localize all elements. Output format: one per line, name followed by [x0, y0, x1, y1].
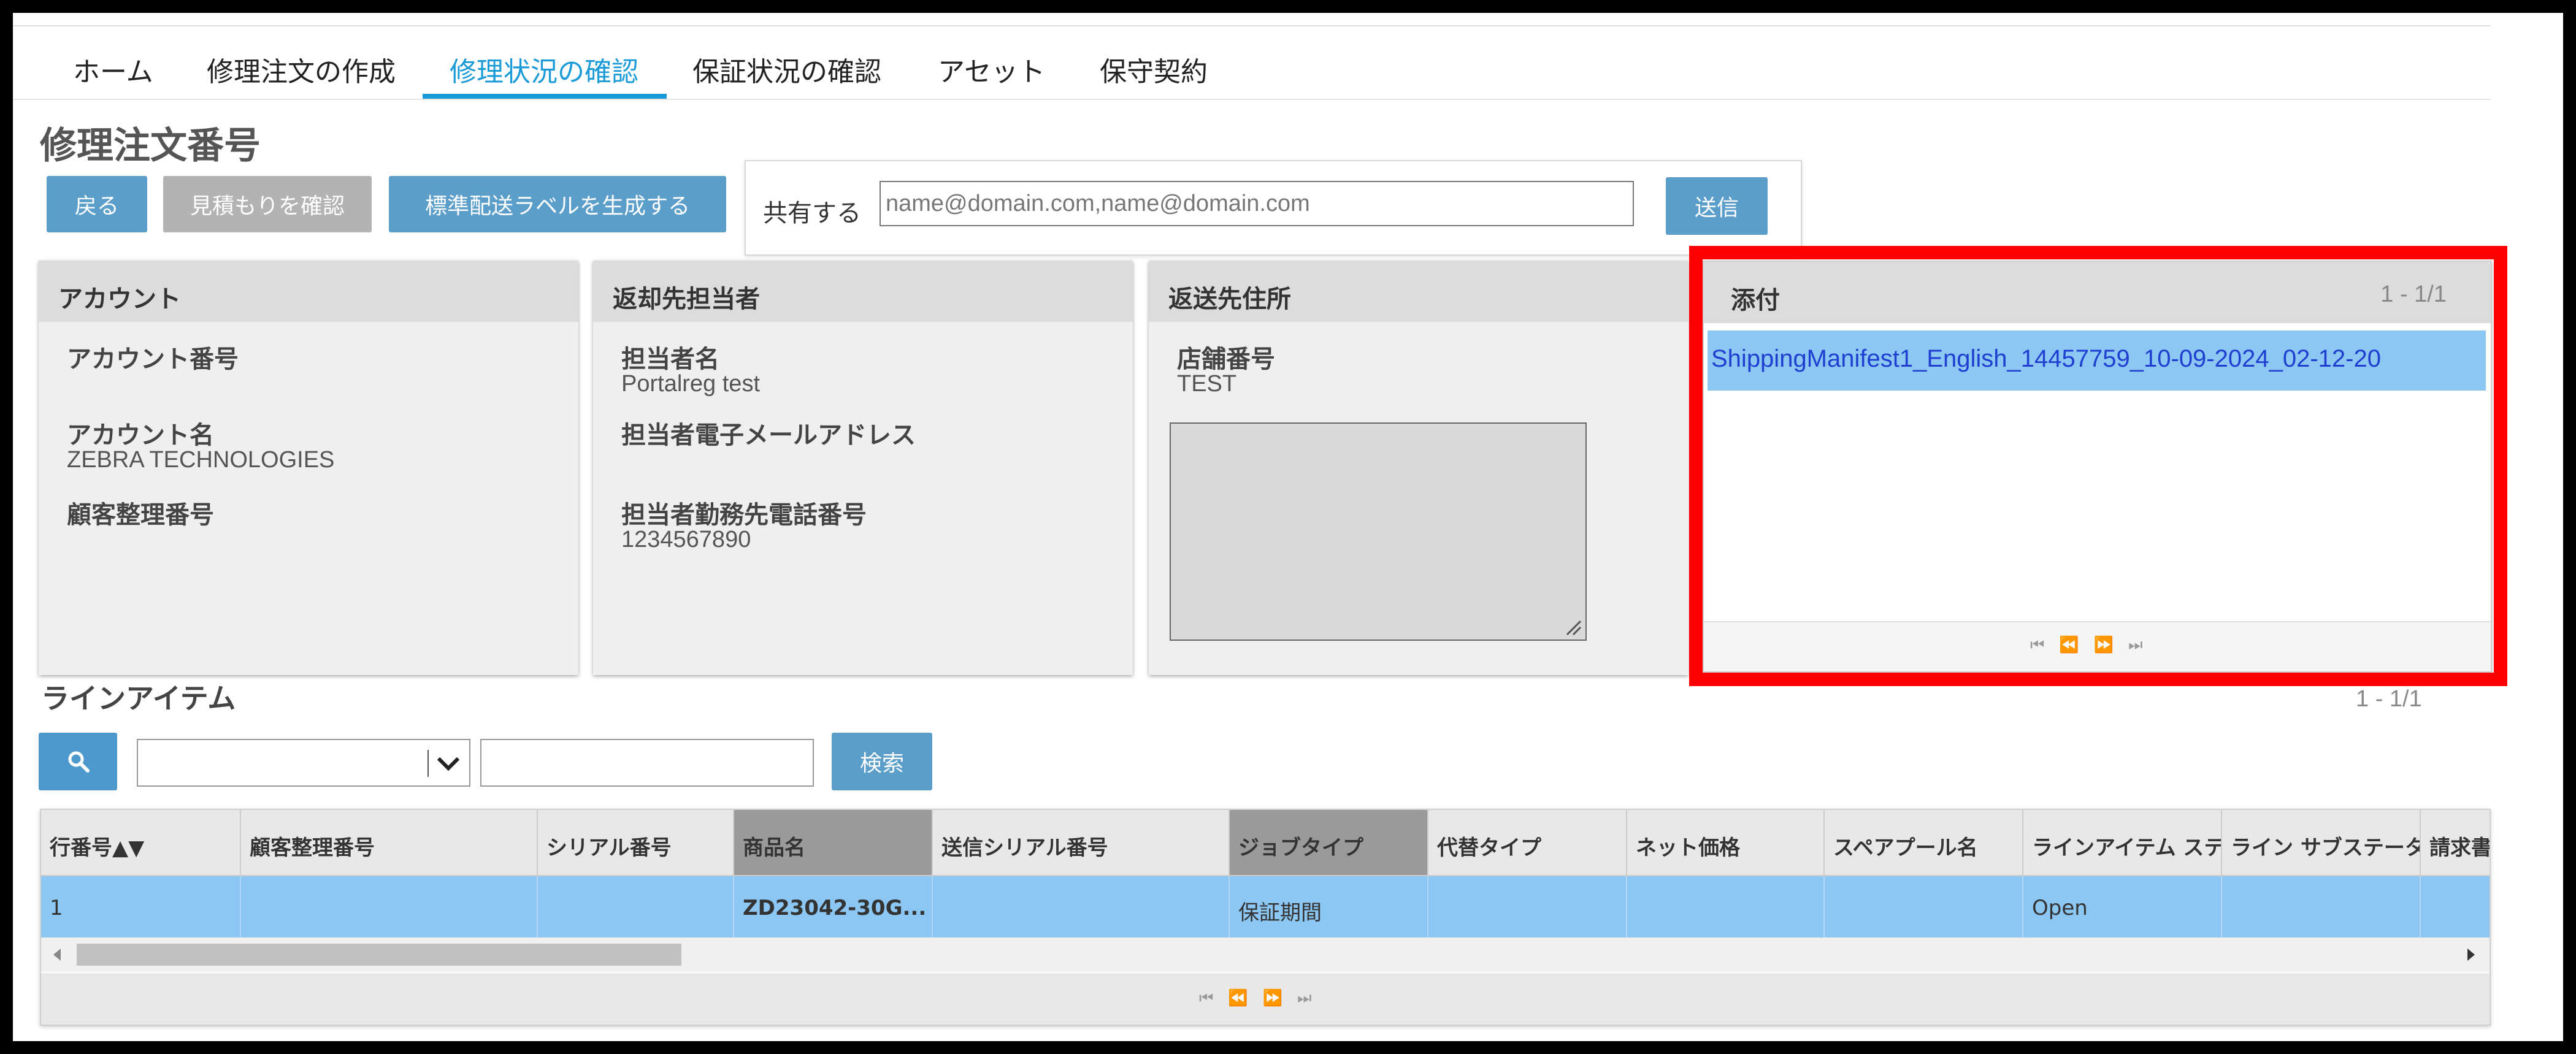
- return-contact-card-title: 返却先担当者: [613, 285, 760, 313]
- line-items-title: ラインアイテム: [41, 682, 236, 715]
- line-items-count: 1 - 1/1: [2356, 686, 2422, 712]
- tab-repair-status[interactable]: 修理状況の確認: [450, 50, 638, 89]
- customer-reference-label: 顧客整理番号: [67, 501, 214, 529]
- column-header-sent-serial-number[interactable]: 送信シリアル番号: [933, 810, 1230, 876]
- table-cell[interactable]: 保証期間: [1230, 876, 1428, 938]
- column-header-job-type[interactable]: ジョブタイプ: [1230, 810, 1428, 876]
- view-quote-button[interactable]: 見積もりを確認: [163, 176, 372, 232]
- account-number-label: アカウント番号: [67, 345, 239, 373]
- prev-page-icon[interactable]: ⏪: [1228, 989, 1262, 1007]
- line-items-pager: ⏮⏪⏩⏭: [41, 973, 2490, 1025]
- filter-field-select[interactable]: [137, 739, 470, 787]
- active-tab-indicator: [423, 94, 667, 99]
- share-panel: 共有する name@domain.com,name@domain.com 送信: [745, 160, 1802, 256]
- table-cell[interactable]: [1825, 876, 2023, 938]
- column-header-replacement-type[interactable]: 代替タイプ: [1428, 810, 1627, 876]
- return-contact-card-header: 返却先担当者: [593, 261, 1133, 322]
- account-card: アカウント アカウント番号 アカウント名 ZEBRA TECHNOLOGIES …: [39, 261, 578, 675]
- account-name-value: ZEBRA TECHNOLOGIES: [67, 447, 335, 473]
- scrollbar-thumb[interactable]: [77, 944, 681, 966]
- line-items-grid: 行番号▲▼ 顧客整理番号 シリアル番号 商品名 送信シリアル番号 ジョブタイプ …: [40, 809, 2491, 1026]
- column-header-line-substatus[interactable]: ライン サブステータ: [2222, 810, 2421, 876]
- horizontal-scrollbar[interactable]: [41, 938, 2490, 972]
- last-page-icon[interactable]: ⏭: [1297, 989, 1326, 1007]
- column-header-product-name[interactable]: 商品名: [734, 810, 933, 876]
- back-button[interactable]: 戻る: [47, 176, 147, 232]
- column-header-line-number[interactable]: 行番号▲▼: [41, 810, 241, 876]
- table-cell[interactable]: [2222, 876, 2421, 938]
- return-address-card-title: 返送先住所: [1168, 285, 1291, 313]
- tab-maintenance-contract[interactable]: 保守契約: [1100, 50, 1208, 89]
- search-button[interactable]: 検索: [832, 733, 932, 790]
- filter-text-input[interactable]: [480, 739, 814, 787]
- column-header-spare-pool-name[interactable]: スペアプール名: [1825, 810, 2023, 876]
- contact-name-value: Portalreg test: [621, 371, 760, 397]
- search-icon-button[interactable]: [39, 733, 117, 790]
- table-cell[interactable]: Open: [2023, 876, 2222, 938]
- table-cell[interactable]: 1: [41, 876, 241, 938]
- column-header-invoice[interactable]: 請求書: [2421, 810, 2490, 876]
- table-cell[interactable]: [538, 876, 734, 938]
- return-address-card: 返送先住所 店舗番号 TEST: [1149, 261, 1689, 675]
- share-email-input[interactable]: name@domain.com,name@domain.com: [880, 181, 1634, 226]
- contact-name-label: 担当者名: [621, 345, 719, 373]
- main-nav-tabs: ホーム 修理注文の作成 修理状況の確認 保証状況の確認 アセット 保守契約: [13, 28, 2491, 100]
- contact-email-label: 担当者電子メールアドレス: [621, 421, 916, 449]
- select-separator: [427, 750, 429, 777]
- share-label: 共有する: [763, 199, 861, 227]
- resize-handle-icon[interactable]: [1565, 619, 1582, 636]
- contact-phone-label: 担当者勤務先電話番号: [621, 501, 867, 529]
- table-cell[interactable]: [1627, 876, 1825, 938]
- table-cell[interactable]: ZD23042-30G...: [734, 876, 933, 938]
- grid-pager-controls: ⏮⏪⏩⏭: [1199, 989, 1327, 1008]
- chevron-down-icon: [437, 757, 460, 771]
- search-icon: [68, 751, 90, 773]
- page-title: 修理注文番号: [40, 124, 261, 167]
- table-cell[interactable]: [2421, 876, 2490, 938]
- account-name-label: アカウント名: [67, 421, 214, 449]
- next-page-icon[interactable]: ⏩: [1263, 989, 1297, 1007]
- share-send-button[interactable]: 送信: [1666, 177, 1768, 235]
- table-cell[interactable]: [1428, 876, 1627, 938]
- address-textarea[interactable]: [1170, 422, 1587, 641]
- column-header-line-item-status[interactable]: ラインアイテム ステ: [2023, 810, 2222, 876]
- store-number-label: 店舗番号: [1177, 345, 1275, 373]
- tab-assets[interactable]: アセット: [938, 50, 1045, 89]
- contact-phone-value: 1234567890: [621, 527, 751, 552]
- table-cell[interactable]: [241, 876, 538, 938]
- table-cell[interactable]: [933, 876, 1230, 938]
- account-card-title: アカウント: [58, 285, 181, 313]
- app-frame: ホーム 修理注文の作成 修理状況の確認 保証状況の確認 アセット 保守契約 修理…: [13, 13, 2563, 1041]
- scroll-left-icon[interactable]: [52, 947, 62, 962]
- tab-home[interactable]: ホーム: [73, 50, 153, 89]
- account-card-header: アカウント: [39, 261, 578, 322]
- highlight-box: [1689, 246, 2507, 686]
- generate-shipping-label-button[interactable]: 標準配送ラベルを生成する: [389, 176, 726, 232]
- column-header-serial-number[interactable]: シリアル番号: [538, 810, 734, 876]
- share-email-placeholder: name@domain.com,name@domain.com: [886, 190, 1310, 216]
- return-contact-card: 返却先担当者 担当者名 Portalreg test 担当者電子メールアドレス …: [593, 261, 1133, 675]
- top-divider: [13, 25, 2491, 26]
- column-header-customer-reference[interactable]: 顧客整理番号: [241, 810, 538, 876]
- tab-create-repair-order[interactable]: 修理注文の作成: [207, 50, 396, 89]
- return-address-card-header: 返送先住所: [1149, 261, 1689, 322]
- column-header-net-price[interactable]: ネット価格: [1627, 810, 1825, 876]
- store-number-value: TEST: [1177, 371, 1237, 397]
- scroll-right-icon[interactable]: [2466, 947, 2476, 962]
- first-page-icon[interactable]: ⏮: [1199, 989, 1228, 1007]
- tab-warranty-status[interactable]: 保証状況の確認: [692, 50, 881, 89]
